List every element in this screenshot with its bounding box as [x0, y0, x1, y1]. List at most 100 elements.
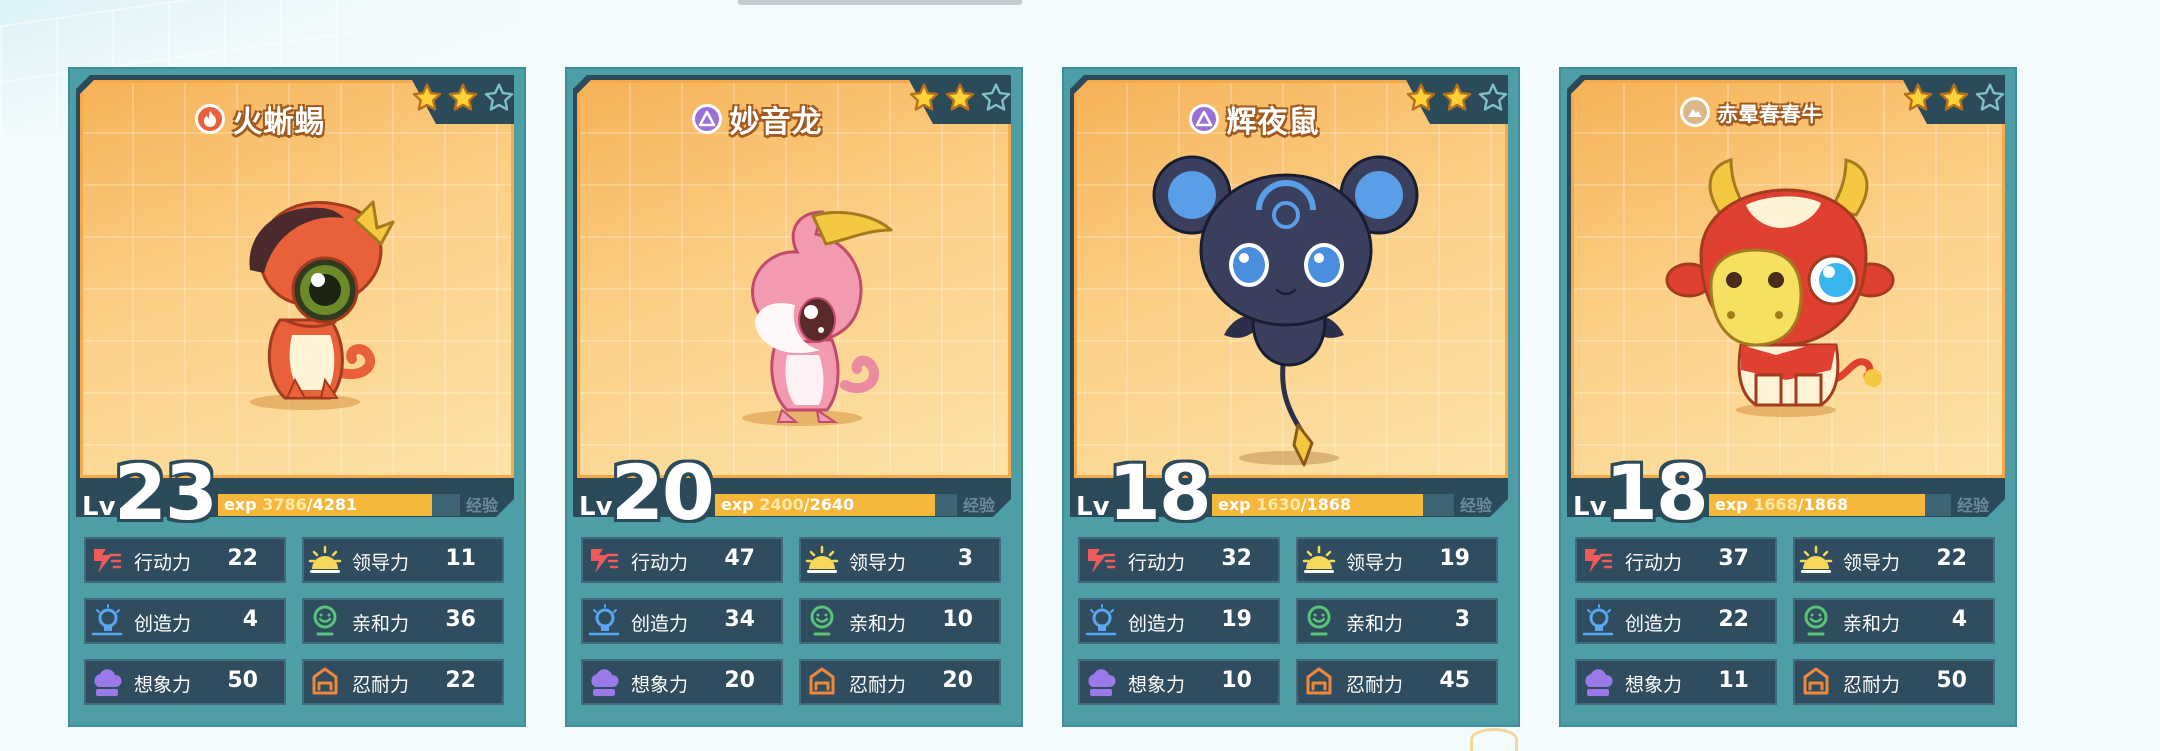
action-icon — [587, 543, 621, 577]
stat-label: 领导力 — [1843, 552, 1901, 574]
pet-card[interactable]: 辉夜鼠 Lv 18 exp 1630/1868 经验 行动力 32 领导力 19… — [1062, 67, 1520, 727]
exp-total: /1868 — [1300, 495, 1352, 514]
level-number: 18 — [1108, 448, 1212, 537]
stat-label: 忍耐力 — [1346, 674, 1404, 696]
stat-value: 20 — [724, 668, 755, 693]
sound-icon — [691, 104, 722, 134]
pet-name: 妙音龙 — [729, 105, 823, 140]
exp-progress-bar: exp 2400/2640 — [715, 494, 957, 516]
stat-item: 想象力 11 — [1575, 659, 1777, 705]
stat-value: 11 — [1718, 668, 1749, 693]
stat-item: 行动力 32 — [1078, 537, 1280, 583]
endurance-icon — [1302, 665, 1336, 699]
level-prefix: Lv — [82, 492, 116, 522]
stat-value: 47 — [724, 546, 755, 571]
stat-value: 50 — [1936, 668, 1967, 693]
stat-label: 想象力 — [1128, 674, 1186, 696]
pet-card[interactable]: 火蜥蜴 Lv 23 exp 3786/4281 经验 行动力 22 领导力 11… — [68, 67, 526, 727]
level-number: 23 — [114, 448, 218, 537]
exp-button[interactable]: 经验 — [466, 492, 498, 516]
stat-value: 22 — [1936, 546, 1967, 571]
exp-progress-bar: exp 1668/1868 — [1709, 494, 1951, 516]
stat-item: 行动力 22 — [84, 537, 286, 583]
pet-name-row: 赤晕春春牛 — [1571, 97, 1931, 127]
creativity-icon — [1581, 604, 1615, 638]
star-filled-icon — [908, 82, 940, 114]
stat-item: 想象力 10 — [1078, 659, 1280, 705]
pet-name-row: 火蜥蜴 — [80, 97, 440, 141]
pet-name-row: 妙音龙 — [577, 97, 937, 141]
stat-value: 4 — [1951, 607, 1967, 632]
exp-button[interactable]: 经验 — [963, 492, 995, 516]
star-empty-icon — [483, 82, 515, 114]
stat-item: 领导力 19 — [1296, 537, 1498, 583]
stat-value: 20 — [942, 668, 973, 693]
level-bar: Lv 20 exp 2400/2640 经验 — [577, 448, 1009, 537]
leadership-icon — [1799, 543, 1833, 577]
stat-label: 忍耐力 — [849, 674, 907, 696]
imagination-icon — [1581, 665, 1615, 699]
pet-card[interactable]: 妙音龙 Lv 20 exp 2400/2640 经验 行动力 47 领导力 3 … — [565, 67, 1023, 727]
stat-item: 创造力 34 — [581, 598, 783, 644]
stat-item: 创造力 19 — [1078, 598, 1280, 644]
star-filled-icon — [1441, 82, 1473, 114]
exp-button[interactable]: 经验 — [1460, 492, 1492, 516]
stat-item: 亲和力 36 — [302, 598, 504, 644]
leadership-icon — [308, 543, 342, 577]
pet-illustration — [1665, 158, 1895, 417]
exp-label: exp — [721, 495, 754, 514]
stat-value: 34 — [724, 607, 755, 632]
pet-portrait — [1571, 80, 2005, 478]
star-filled-icon — [944, 82, 976, 114]
affinity-icon — [1302, 604, 1336, 638]
exp-current: 2400 — [759, 495, 804, 514]
stat-value: 10 — [1221, 668, 1252, 693]
imagination-icon — [587, 665, 621, 699]
stat-value: 22 — [227, 546, 258, 571]
level-number: 18 — [1605, 448, 1709, 537]
stat-label: 行动力 — [1625, 552, 1683, 574]
exp-label: exp — [1218, 495, 1251, 514]
stat-value: 3 — [957, 546, 973, 571]
stat-value: 11 — [445, 546, 476, 571]
level-number: 20 — [611, 448, 715, 537]
earth-icon — [1679, 97, 1710, 127]
leadership-icon — [1302, 543, 1336, 577]
star-rating — [408, 81, 518, 115]
star-empty-icon — [1477, 82, 1509, 114]
stat-label: 亲和力 — [1843, 613, 1901, 635]
exp-button[interactable]: 经验 — [1957, 492, 1989, 516]
star-empty-icon — [1974, 82, 2006, 114]
stat-label: 领导力 — [849, 552, 907, 574]
exp-total: /2640 — [803, 495, 855, 514]
exp-total: /4281 — [306, 495, 358, 514]
imagination-icon — [1084, 665, 1118, 699]
stat-item: 领导力 3 — [799, 537, 1001, 583]
endurance-icon — [1799, 665, 1833, 699]
stat-label: 创造力 — [134, 613, 192, 635]
creativity-icon — [1084, 604, 1118, 638]
exp-readout: exp 1630/1868 — [1218, 494, 1351, 516]
exp-label: exp — [1715, 495, 1748, 514]
top-tab-handle[interactable] — [738, 0, 1022, 5]
stat-label: 创造力 — [631, 613, 689, 635]
stat-label: 创造力 — [1625, 613, 1683, 635]
pet-card[interactable]: 赤晕春春牛 Lv 18 exp 1668/1868 经验 行动力 37 领导力 … — [1559, 67, 2017, 727]
stat-label: 领导力 — [1346, 552, 1404, 574]
stat-label: 行动力 — [631, 552, 689, 574]
level-prefix: Lv — [1076, 492, 1110, 522]
exp-readout: exp 1668/1868 — [1715, 494, 1848, 516]
action-icon — [90, 543, 124, 577]
exp-label: exp — [224, 495, 257, 514]
pet-name: 火蜥蜴 — [232, 105, 326, 140]
pet-name-row: 辉夜鼠 — [1074, 97, 1434, 141]
stat-label: 忍耐力 — [1843, 674, 1901, 696]
star-rating — [1899, 81, 2009, 115]
imagination-icon — [90, 665, 124, 699]
affinity-icon — [308, 604, 342, 638]
exp-current: 1668 — [1753, 495, 1798, 514]
stat-label: 想象力 — [1625, 674, 1683, 696]
exp-progress-bar: exp 1630/1868 — [1212, 494, 1454, 516]
stat-value: 19 — [1439, 546, 1470, 571]
level-bar: Lv 23 exp 3786/4281 经验 — [80, 448, 512, 537]
